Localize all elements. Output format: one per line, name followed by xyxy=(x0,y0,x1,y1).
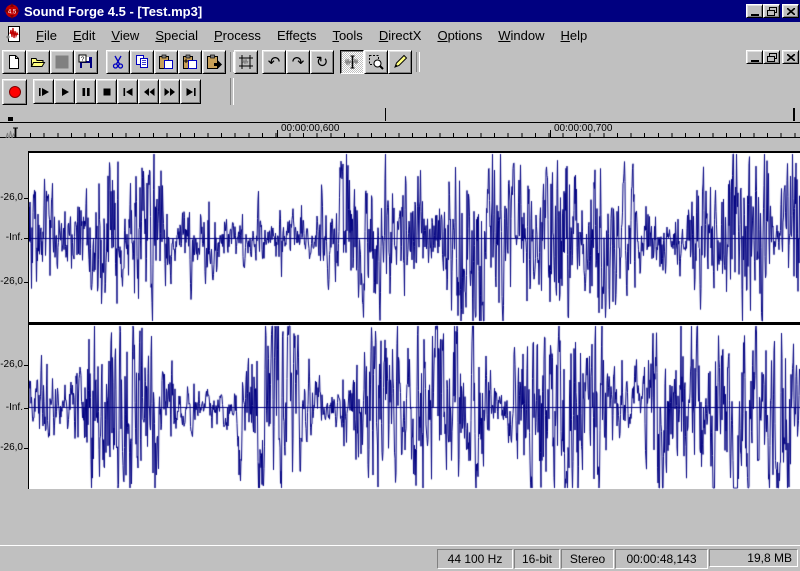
ruler-time-label: 00:00:00,600 xyxy=(281,123,339,134)
level-label: -Inf. xyxy=(6,232,23,243)
play-button[interactable] xyxy=(54,79,75,104)
magnify-tool-button[interactable] xyxy=(364,50,388,74)
open-button[interactable] xyxy=(26,50,50,74)
menu-special[interactable]: Special xyxy=(147,26,206,45)
title-bar[interactable]: 4.5 Sound Forge 4.5 - [Test.mp3] xyxy=(0,0,800,22)
record-button[interactable] xyxy=(2,79,27,105)
toolbar-separator xyxy=(230,78,234,105)
document-icon[interactable] xyxy=(6,26,22,43)
overview-data-mark xyxy=(8,117,13,121)
svg-text:4.5: 4.5 xyxy=(8,10,17,16)
status-file-size: 19,8 MB xyxy=(709,549,798,567)
save-button[interactable] xyxy=(50,50,74,74)
svg-text:?: ? xyxy=(81,56,85,63)
rewind-button[interactable] xyxy=(138,79,159,104)
close-button[interactable] xyxy=(782,4,799,18)
menu-process[interactable]: Process xyxy=(206,26,269,45)
status-sample-rate: 44 100 Hz xyxy=(437,549,513,569)
app-icon[interactable]: 4.5 xyxy=(4,3,20,19)
trim-crop-button[interactable] xyxy=(234,50,258,74)
repeat-button[interactable]: ↻ xyxy=(310,50,334,74)
level-label: -26,0 xyxy=(0,359,23,370)
copy-button[interactable] xyxy=(130,50,154,74)
overview-bar[interactable] xyxy=(0,108,800,123)
horizontal-scroll-bar: 1:16 xyxy=(0,489,800,513)
redo-button[interactable]: ↷ xyxy=(286,50,310,74)
pencil-tool-button[interactable] xyxy=(388,50,412,74)
cut-button[interactable] xyxy=(106,50,130,74)
menu-tools[interactable]: Tools xyxy=(324,26,370,45)
pause-button[interactable] xyxy=(75,79,96,104)
paste-special-button[interactable] xyxy=(178,50,202,74)
level-label: -Inf. xyxy=(6,402,23,413)
time-ruler[interactable]: 00:00:00,600 00:00:00,700 xyxy=(0,123,800,138)
overview-end-marker xyxy=(793,108,795,121)
level-label: -26,0 xyxy=(0,442,23,453)
undo-icon: ↶ xyxy=(268,55,281,70)
minimize-button[interactable] xyxy=(746,4,763,18)
level-label: -26,0 xyxy=(0,192,23,203)
ruler-major-tick xyxy=(277,130,278,137)
restore-button[interactable] xyxy=(763,4,780,18)
forward-button[interactable] xyxy=(159,79,180,104)
menu-file[interactable]: File xyxy=(28,26,65,45)
status-bit-depth: 16-bit xyxy=(514,549,560,569)
status-bar: 44 100 Hz 16-bit Stereo 00:00:48,143 19,… xyxy=(0,545,800,571)
window-title: Sound Forge 4.5 - [Test.mp3] xyxy=(24,4,202,19)
undo-button[interactable]: ↶ xyxy=(262,50,286,74)
menu-options[interactable]: Options xyxy=(429,26,490,45)
ruler-gap-band xyxy=(0,138,800,151)
menu-items: File Edit View Special Process Effects T… xyxy=(28,26,595,45)
go-to-end-button[interactable] xyxy=(180,79,201,104)
waveform-channel-right[interactable] xyxy=(29,325,800,489)
status-channels: Stereo xyxy=(561,549,614,569)
redo-icon: ↷ xyxy=(292,55,305,70)
standard-toolbar: ? ↶ ↷ ↻ xyxy=(0,48,800,76)
stop-button[interactable] xyxy=(96,79,117,104)
level-ruler[interactable]: -26,0 -Inf. -26,0 -26,0 -Inf. -26,0 xyxy=(0,151,28,489)
save-as-button[interactable]: ? xyxy=(74,50,98,74)
ruler-major-tick xyxy=(550,130,551,137)
menu-effects[interactable]: Effects xyxy=(269,26,325,45)
menu-help[interactable]: Help xyxy=(553,26,596,45)
ruler-minor-ticks xyxy=(30,133,800,137)
go-to-start-button[interactable] xyxy=(117,79,138,104)
waveform-display xyxy=(28,151,800,489)
menu-bar: File Edit View Special Process Effects T… xyxy=(0,22,800,48)
repeat-icon: ↻ xyxy=(316,55,329,70)
menu-view[interactable]: View xyxy=(103,26,147,45)
ruler-time-label: 00:00:00,700 xyxy=(554,123,612,134)
level-label: -26,0 xyxy=(0,276,23,287)
menu-directx[interactable]: DirectX xyxy=(371,26,430,45)
play-all-button[interactable] xyxy=(33,79,54,104)
overview-position-marker[interactable] xyxy=(385,108,386,121)
menu-window[interactable]: Window xyxy=(490,26,552,45)
waveform-channel-left[interactable] xyxy=(29,153,800,322)
new-button[interactable] xyxy=(2,50,26,74)
playbar: ♪ 00:00:23,625 OLE xyxy=(0,513,800,545)
transport-toolbar xyxy=(0,76,800,108)
edit-tool-button[interactable] xyxy=(340,50,364,74)
paste-to-new-button[interactable] xyxy=(202,50,226,74)
menu-edit[interactable]: Edit xyxy=(65,26,103,45)
sound-forge-window: 4.5 Sound Forge 4.5 - [Test.mp3] File Ed… xyxy=(0,0,800,571)
toolbar-separator xyxy=(416,52,420,72)
paste-button[interactable] xyxy=(154,50,178,74)
status-length: 00:00:48,143 xyxy=(615,549,708,569)
